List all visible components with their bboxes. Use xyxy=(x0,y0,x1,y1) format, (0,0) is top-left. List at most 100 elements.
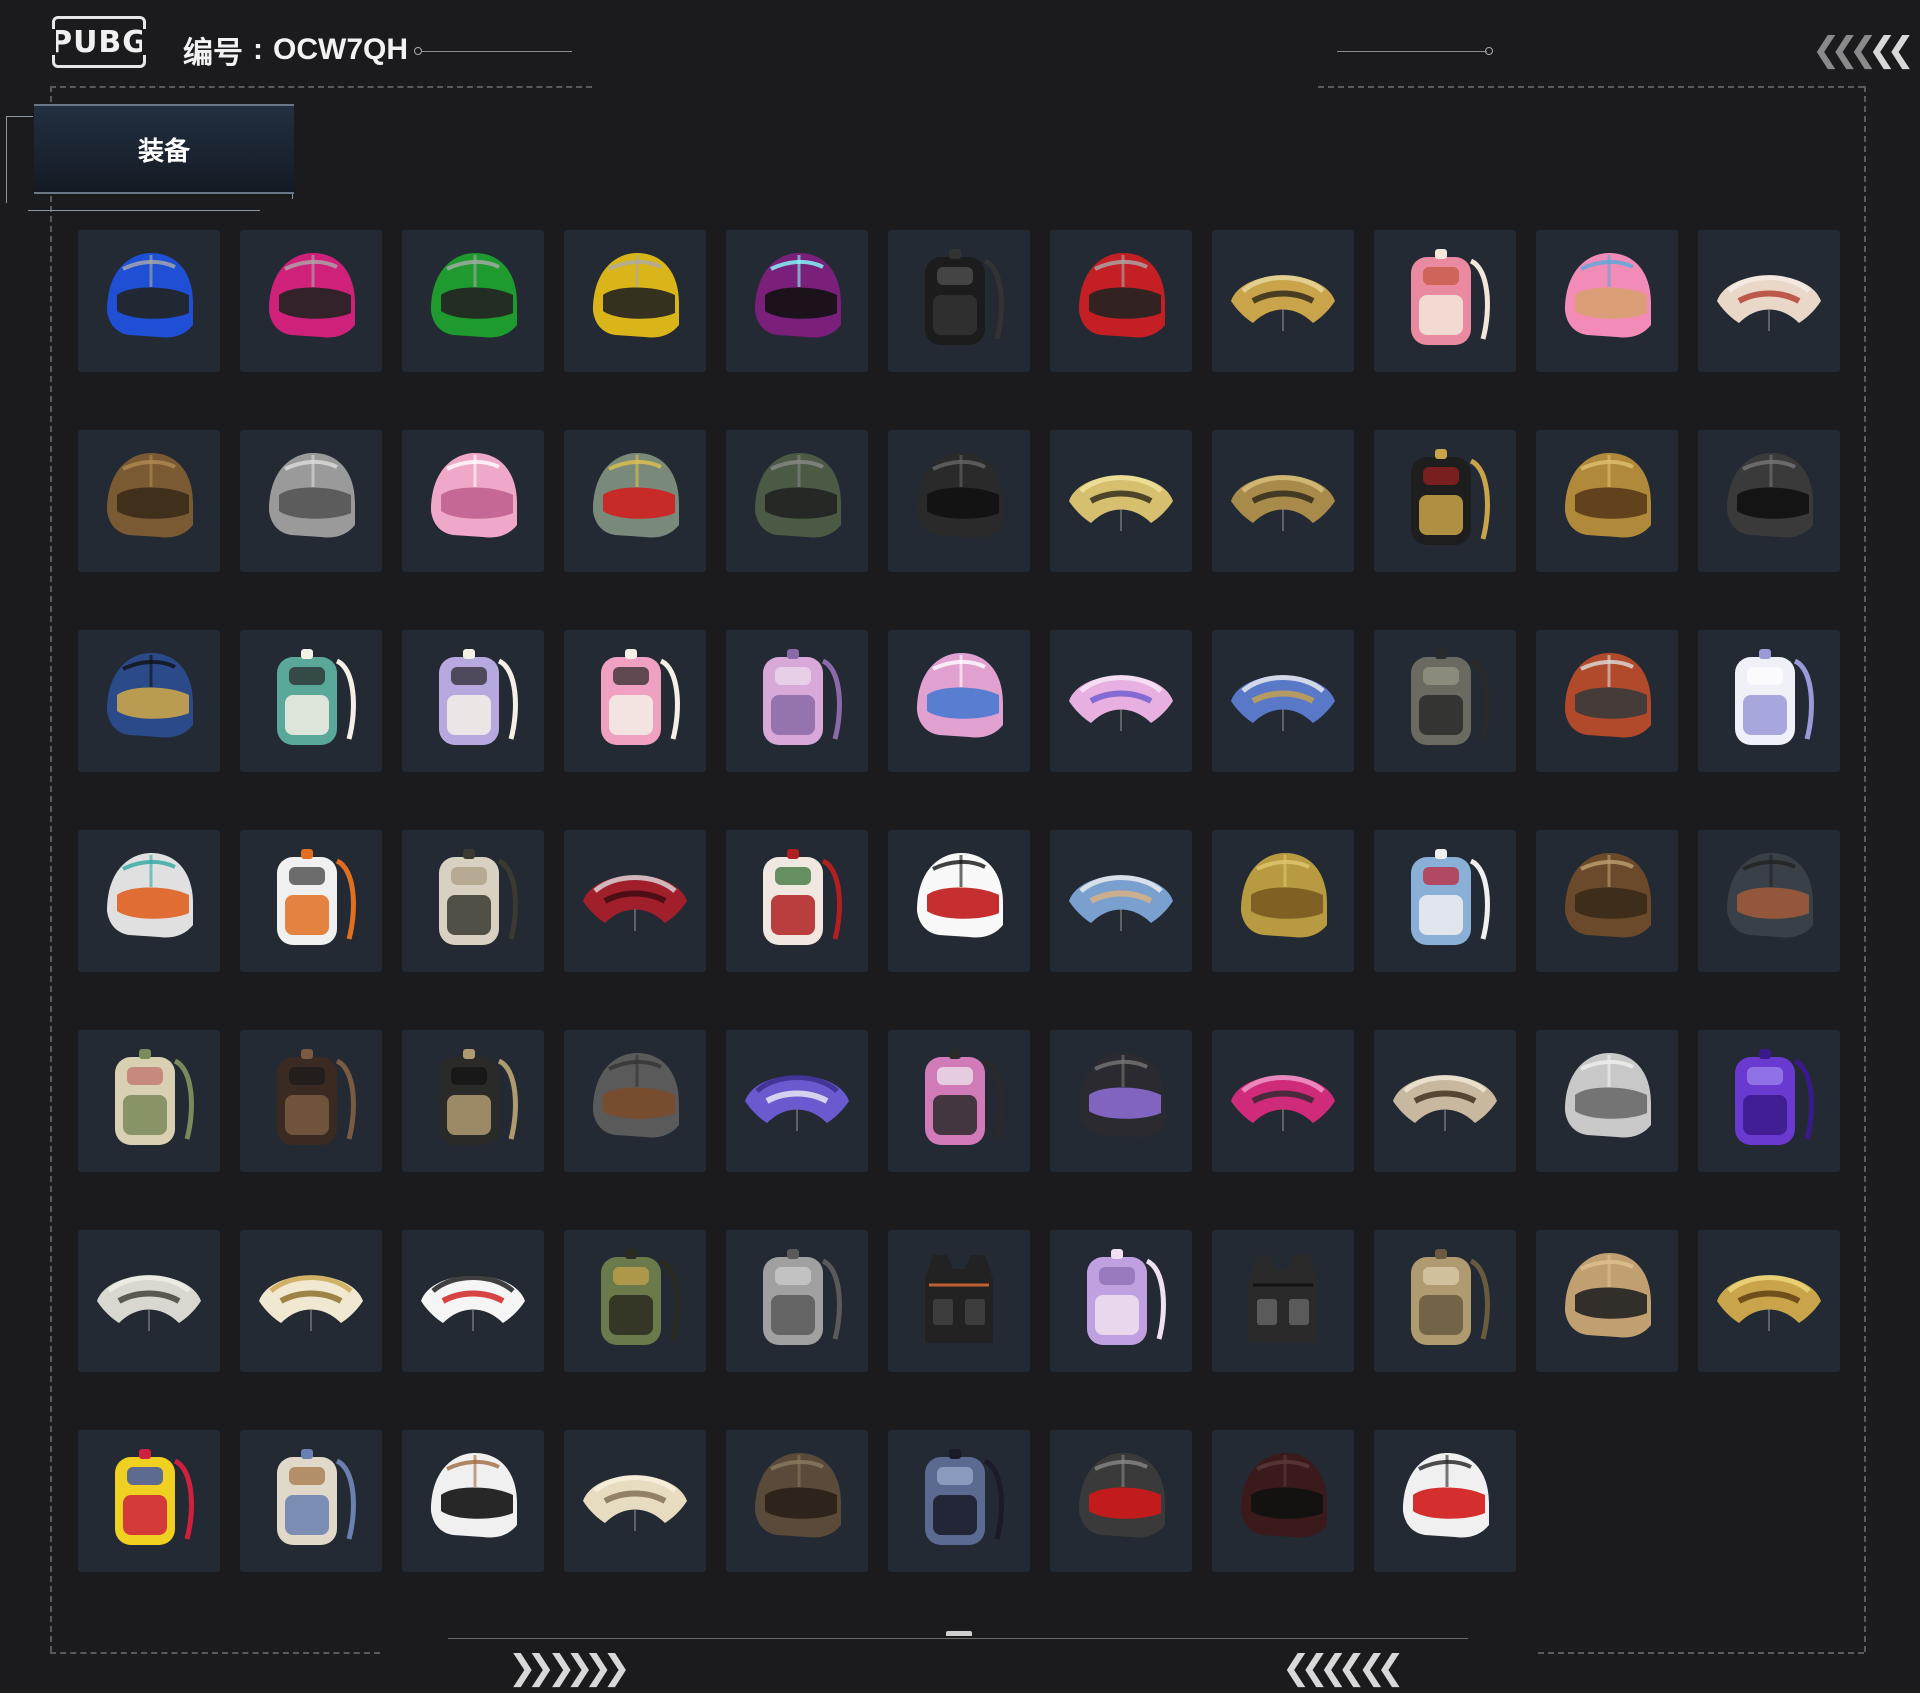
backpack-icon xyxy=(1709,639,1829,764)
equipment-item-backpack-blue-metal[interactable] xyxy=(888,1430,1030,1572)
equipment-item-helmet-blue-racing[interactable] xyxy=(78,230,220,372)
equipment-item-parachute-purple-print[interactable] xyxy=(726,1030,868,1172)
equipment-item-parachute-leopard[interactable] xyxy=(78,1230,220,1372)
equipment-item-parachute-pink-script[interactable] xyxy=(1050,630,1192,772)
equipment-item-helmet-pink-icecream[interactable] xyxy=(1536,230,1678,372)
equipment-item-parachute-red-white[interactable] xyxy=(1698,230,1840,372)
equipment-item-backpack-black[interactable] xyxy=(888,230,1030,372)
equipment-item-backpack-red-white-knit[interactable] xyxy=(726,830,868,972)
equipment-item-backpack-white-s[interactable] xyxy=(1698,630,1840,772)
equipment-item-helmet-brown-camo[interactable] xyxy=(78,430,220,572)
equipment-item-helmet-brown-plaid[interactable] xyxy=(726,1430,868,1572)
parachute-icon xyxy=(1223,239,1343,364)
equipment-item-helmet-goggles-green[interactable] xyxy=(726,430,868,572)
equipment-item-helmet-red-camo[interactable] xyxy=(1536,630,1678,772)
equipment-item-backpack-knit-stripe[interactable] xyxy=(240,1430,382,1572)
equipment-item-backpack-tan-6[interactable] xyxy=(1374,1230,1516,1372)
equipment-item-helmet-jester[interactable] xyxy=(1374,1430,1516,1572)
equipment-item-backpack-yellow-red-blue[interactable] xyxy=(78,1430,220,1572)
backpack-icon xyxy=(251,639,371,764)
equipment-item-backpack-lilac-cartoon[interactable] xyxy=(1050,1230,1192,1372)
equipment-item-parachute-gold-pattern[interactable] xyxy=(1212,430,1354,572)
equipment-item-backpack-purple[interactable] xyxy=(1698,1030,1840,1172)
parachute-icon xyxy=(1223,439,1343,564)
equipment-item-parachute-red-logo[interactable] xyxy=(564,830,706,972)
equipment-item-backpack-black-51[interactable] xyxy=(402,1030,544,1172)
equipment-item-backpack-dark-floral[interactable] xyxy=(240,1030,382,1172)
backpack-icon xyxy=(1385,439,1505,564)
equipment-item-helmet-horns-cloud[interactable] xyxy=(1050,1030,1192,1172)
equipment-item-helmet-gold-winged[interactable] xyxy=(1212,830,1354,972)
scroll-indicator[interactable] xyxy=(946,1631,972,1636)
equipment-item-helmet-dark-red[interactable] xyxy=(1212,1430,1354,1572)
equipment-item-backpack-floral-camo[interactable] xyxy=(78,1030,220,1172)
equipment-item-backpack-pink-drip[interactable] xyxy=(888,1030,1030,1172)
equipment-item-parachute-blue-gold[interactable] xyxy=(1212,630,1354,772)
parachute-icon xyxy=(1223,639,1343,764)
backpack-icon xyxy=(251,1039,371,1164)
equipment-item-helmet-devil-horns[interactable] xyxy=(564,430,706,572)
parachute-icon xyxy=(1709,1239,1829,1364)
pubg-logo: PUBG xyxy=(50,16,148,68)
equipment-item-backpack-black-gold[interactable] xyxy=(1374,430,1516,572)
equipment-item-parachute-cream-text[interactable] xyxy=(564,1430,706,1572)
tab-equipment[interactable]: 装备 xyxy=(34,104,294,194)
equipment-item-backpack-panda-lavender[interactable] xyxy=(402,630,544,772)
backpack-icon xyxy=(899,239,1019,364)
equipment-item-helmet-pink-bunny[interactable] xyxy=(402,430,544,572)
helmet-icon xyxy=(89,839,209,964)
equipment-item-parachute-gold-black[interactable] xyxy=(1212,230,1354,372)
equipment-item-helmet-purple-cat[interactable] xyxy=(726,230,868,372)
equipment-item-helmet-yellow-racing[interactable] xyxy=(564,230,706,372)
equipment-item-backpack-grey-stone[interactable] xyxy=(726,1230,868,1372)
equipment-item-backpack-white-orange[interactable] xyxy=(240,830,382,972)
equipment-item-backpack-olive-tactical[interactable] xyxy=(564,1230,706,1372)
serial-value: OCW7QH xyxy=(273,33,408,66)
equipment-item-helmet-white-aviator[interactable] xyxy=(402,1430,544,1572)
equipment-item-parachute-kfc[interactable] xyxy=(402,1230,544,1372)
equipment-item-helmet-green-racing[interactable] xyxy=(402,230,544,372)
equipment-item-helmet-viking-bronze[interactable] xyxy=(1536,830,1678,972)
parachute-icon xyxy=(89,1239,209,1364)
equipment-item-backpack-panda-teal[interactable] xyxy=(240,630,382,772)
equipment-item-parachute-pink-graffiti[interactable] xyxy=(1212,1030,1354,1172)
equipment-item-helmet-grey-bear[interactable] xyxy=(240,430,382,572)
equipment-item-parachute-beige-feather[interactable] xyxy=(1374,1030,1516,1172)
helmet-icon xyxy=(1061,1439,1181,1564)
equipment-item-backpack-panda-pink[interactable] xyxy=(564,630,706,772)
parachute-icon xyxy=(1061,639,1181,764)
equipment-item-helmet-blue-gold[interactable] xyxy=(78,630,220,772)
frame-right xyxy=(1864,86,1866,1652)
helmet-icon xyxy=(575,239,695,364)
frame-bottom-left xyxy=(50,1652,380,1654)
equipment-item-parachute-gold-ornate[interactable] xyxy=(1698,1230,1840,1372)
equipment-item-helmet-snowman-tophat[interactable] xyxy=(888,830,1030,972)
backpack-icon xyxy=(251,1439,371,1564)
equipment-item-parachute-blue-sunset[interactable] xyxy=(1050,830,1192,972)
equipment-item-helmet-gold-visor[interactable] xyxy=(1536,430,1678,572)
helmet-icon xyxy=(1709,839,1829,964)
equipment-item-backpack-beige[interactable] xyxy=(402,830,544,972)
equipment-item-backpack-donut[interactable] xyxy=(1374,230,1516,372)
equipment-item-helmet-red-racing[interactable] xyxy=(1050,230,1192,372)
backpack-icon xyxy=(575,1239,695,1364)
backpack-icon xyxy=(737,639,857,764)
equipment-item-helmet-orange-visor[interactable] xyxy=(78,830,220,972)
equipment-item-helmet-spiked-red-visor[interactable] xyxy=(1050,1430,1192,1572)
equipment-item-parachute-gold-emblem[interactable] xyxy=(240,1230,382,1372)
equipment-item-helmet-silver-horns[interactable] xyxy=(1536,1030,1678,1172)
equipment-item-helmet-pink-horns-k[interactable] xyxy=(888,630,1030,772)
equipment-item-parachute-gold-35[interactable] xyxy=(1050,430,1192,572)
equipment-item-backpack-camo-grey[interactable] xyxy=(1374,630,1516,772)
equipment-item-backpack-shark[interactable] xyxy=(1374,830,1516,972)
equipment-item-helmet-tan-goggle[interactable] xyxy=(1536,1230,1678,1372)
equipment-item-helmet-grey-camo[interactable] xyxy=(564,1030,706,1172)
equipment-item-vest-black-tactical[interactable] xyxy=(1212,1230,1354,1372)
logo-text: PUBG xyxy=(50,24,148,60)
equipment-item-helmet-pink-racing[interactable] xyxy=(240,230,382,372)
equipment-item-helmet-black-moto[interactable] xyxy=(888,430,1030,572)
equipment-item-vest-black-orange[interactable] xyxy=(888,1230,1030,1372)
equipment-item-helmet-dark-ops[interactable] xyxy=(1698,430,1840,572)
equipment-item-backpack-pink-k[interactable] xyxy=(726,630,868,772)
equipment-item-helmet-spiked-dark[interactable] xyxy=(1698,830,1840,972)
